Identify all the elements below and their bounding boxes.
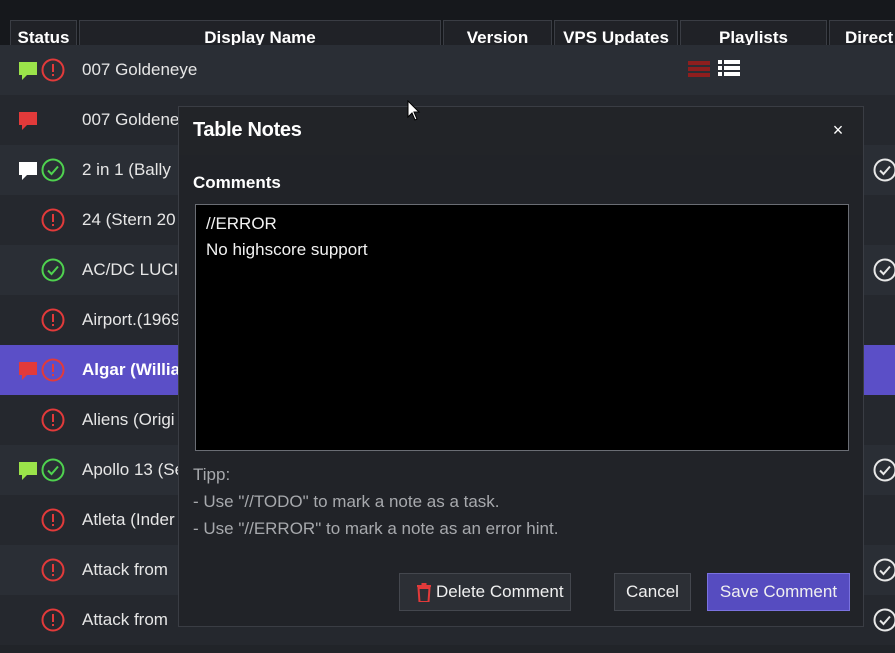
trash-icon <box>417 583 431 602</box>
tip-line-error: - Use "//ERROR" to mark a note as an err… <box>193 519 559 538</box>
display-name: 007 Goldeneye <box>82 60 198 79</box>
exclamation-circle-icon <box>41 58 65 82</box>
check-circle-icon <box>873 158 895 182</box>
tip-line-todo: - Use "//TODO" to mark a note as a task. <box>193 492 500 511</box>
check-circle-icon <box>41 158 65 182</box>
check-circle-icon <box>873 258 895 282</box>
check-circle-icon <box>41 258 65 282</box>
check-circle-icon <box>873 458 895 482</box>
table-notes-dialog: Table Notes × Comments //ERROR No highsc… <box>178 106 864 627</box>
display-name: Attack from <box>82 560 168 579</box>
exclamation-circle-icon <box>41 408 65 432</box>
table-header: Status Display Name Version VPS Updates … <box>0 10 895 54</box>
display-name: Atleta (Inder <box>82 510 175 529</box>
display-name: AC/DC LUCI <box>82 260 179 279</box>
exclamation-circle-icon <box>41 208 65 232</box>
tip-title: Tipp: <box>193 465 231 484</box>
display-name: Algar (Willia <box>82 360 181 379</box>
display-name: 2 in 1 (Bally <box>82 160 171 179</box>
comment-icon[interactable] <box>18 461 38 481</box>
display-name: Aliens (Origi <box>82 410 175 429</box>
exclamation-circle-icon <box>41 508 65 532</box>
cancel-button[interactable]: Cancel <box>614 573 691 611</box>
check-circle-icon <box>41 458 65 482</box>
exclamation-circle-icon <box>41 308 65 332</box>
exclamation-circle-icon <box>41 608 65 632</box>
exclamation-circle-icon <box>41 558 65 582</box>
delete-comment-button[interactable]: Delete Comment <box>399 573 571 611</box>
check-circle-icon <box>873 608 895 632</box>
display-name: 24 (Stern 20 <box>82 210 176 229</box>
exclamation-circle-icon <box>41 358 65 382</box>
comment-icon[interactable] <box>18 61 38 81</box>
dialog-header: Table Notes × <box>179 107 863 155</box>
playlist-icon[interactable] <box>688 58 742 83</box>
comment-textarea[interactable]: //ERROR No highscore support <box>195 204 849 451</box>
display-name: 007 Goldene <box>82 110 180 129</box>
comment-icon[interactable] <box>18 361 38 381</box>
comments-label: Comments <box>193 173 281 192</box>
display-name: Airport.(1969 <box>82 310 181 329</box>
save-comment-button[interactable]: Save Comment <box>707 573 850 611</box>
comment-icon[interactable] <box>18 161 38 181</box>
check-circle-icon <box>873 558 895 582</box>
display-name: Apollo 13 (Se <box>82 460 185 479</box>
mouse-cursor-icon <box>407 100 421 121</box>
table-row[interactable]: 007 Goldeneye <box>0 45 895 95</box>
close-icon[interactable]: × <box>827 119 849 141</box>
dialog-title: Table Notes <box>193 119 302 141</box>
delete-comment-label: Delete Comment <box>436 582 564 601</box>
tip-text: Tipp: - Use "//TODO" to mark a note as a… <box>193 461 558 542</box>
display-name: Attack from <box>82 610 168 629</box>
comment-icon[interactable] <box>18 111 38 131</box>
window-top-strip <box>0 0 895 10</box>
dialog-body: Comments //ERROR No highscore support Ti… <box>179 155 863 626</box>
